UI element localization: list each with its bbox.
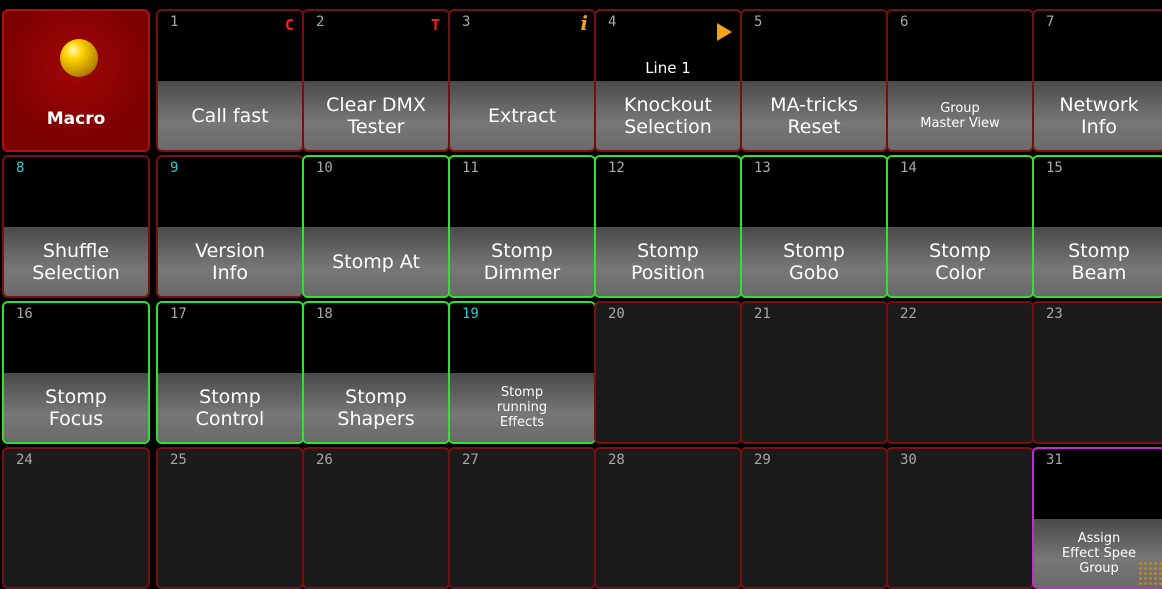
macro-23[interactable]: 23 — [1032, 301, 1162, 444]
macro-number: 28 — [608, 452, 625, 468]
macro-2[interactable]: 2 T Clear DMX Tester — [302, 9, 450, 152]
macro-number: 19 — [462, 306, 479, 322]
macro-number: 18 — [316, 306, 333, 322]
macro-number: 30 — [900, 452, 917, 468]
macro-number: 1 — [170, 14, 179, 30]
macro-11[interactable]: 11 Stomp Dimmer — [448, 155, 596, 298]
macro-number: 9 — [170, 160, 179, 176]
macro-label: Stomp Beam — [1034, 227, 1162, 296]
macro-label: Stomp Shapers — [304, 373, 448, 442]
macro-label: Stomp Control — [158, 373, 302, 442]
pool-title: Macro — [46, 109, 106, 129]
macro-number: 24 — [16, 452, 33, 468]
macro-5[interactable]: 5 MA-tricks Reset — [740, 9, 888, 152]
macro-number: 25 — [170, 452, 187, 468]
macro-pool-title-button[interactable]: Macro — [2, 9, 150, 152]
macro-top-area — [450, 11, 594, 81]
macro-30[interactable]: 30 — [886, 447, 1034, 589]
macro-12[interactable]: 12 Stomp Position — [594, 155, 742, 298]
macro-14[interactable]: 14 Stomp Color — [886, 155, 1034, 298]
macro-label: Stomp Gobo — [742, 227, 886, 296]
macro-19[interactable]: 19 Stomp running Effects — [448, 301, 596, 444]
macro-label: Knockout Selection — [596, 81, 740, 150]
macro-number: 5 — [754, 14, 763, 30]
info-icon: i — [580, 11, 588, 35]
macro-number: 7 — [1046, 14, 1055, 30]
macro-number: 2 — [316, 14, 325, 30]
macro-1[interactable]: 1 C Call fast — [156, 9, 304, 152]
macro-number: 4 — [608, 14, 617, 30]
play-icon — [717, 23, 732, 41]
macro-number: 13 — [754, 160, 771, 176]
macro-27[interactable]: 27 — [448, 447, 596, 589]
macro-number: 16 — [16, 306, 33, 322]
macro-number: 23 — [1046, 306, 1063, 322]
macro-28[interactable]: 28 — [594, 447, 742, 589]
macro-15[interactable]: 15 Stomp Beam — [1032, 155, 1162, 298]
macro-top-area — [304, 11, 448, 81]
macro-label: Clear DMX Tester — [304, 81, 448, 150]
macro-number: 31 — [1046, 452, 1063, 468]
macro-label: Call fast — [158, 81, 302, 150]
macro-indicator: C — [284, 16, 294, 34]
macro-number: 11 — [462, 160, 479, 176]
macro-4[interactable]: 4 Line 1 Knockout Selection — [594, 9, 742, 152]
macro-top-area — [158, 157, 302, 227]
macro-7[interactable]: 7 Network Info — [1032, 9, 1162, 152]
macro-6[interactable]: 6 Group Master View — [886, 9, 1034, 152]
macro-label: Version Info — [158, 227, 302, 296]
macro-number: 10 — [316, 160, 333, 176]
macro-label: Extract — [450, 81, 594, 150]
macro-13[interactable]: 13 Stomp Gobo — [740, 155, 888, 298]
macro-number: 27 — [462, 452, 479, 468]
macro-number: 14 — [900, 160, 917, 176]
macro-20[interactable]: 20 — [594, 301, 742, 444]
macro-label: Stomp Focus — [4, 373, 148, 442]
yellow-sphere-icon — [60, 39, 98, 77]
macro-number: 6 — [900, 14, 909, 30]
macro-22[interactable]: 22 — [886, 301, 1034, 444]
macro-label: Stomp Position — [596, 227, 740, 296]
macro-label: Stomp Dimmer — [450, 227, 594, 296]
macro-indicator: T — [430, 16, 440, 34]
macro-top-area — [888, 11, 1032, 81]
macro-29[interactable]: 29 — [740, 447, 888, 589]
macro-31[interactable]: 31 Assign Effect Spee Group — [1032, 447, 1162, 589]
macro-number: 22 — [900, 306, 917, 322]
macro-label: Stomp running Effects — [450, 373, 594, 442]
macro-top-area — [158, 11, 302, 81]
macro-label: Network Info — [1034, 81, 1162, 150]
macro-number: 17 — [170, 306, 187, 322]
macro-top-area — [4, 157, 148, 227]
macro-26[interactable]: 26 — [302, 447, 450, 589]
macro-25[interactable]: 25 — [156, 447, 304, 589]
macro-8[interactable]: 8 Shuffle Selection — [2, 155, 150, 298]
macro-label: MA-tricks Reset — [742, 81, 886, 150]
macro-number: 3 — [462, 14, 471, 30]
resize-handle-icon[interactable] — [1138, 561, 1162, 587]
macro-top-area — [742, 11, 886, 81]
macro-number: 12 — [608, 160, 625, 176]
macro-pool-grid: Macro 1 C Call fast 2 T Clear DMX Tester 3 i Ext… — [0, 0, 1162, 589]
macro-number: 26 — [316, 452, 333, 468]
macro-16[interactable]: 16 Stomp Focus — [2, 301, 150, 444]
macro-10[interactable]: 10 Stomp At — [302, 155, 450, 298]
macro-number: 8 — [16, 160, 25, 176]
macro-9[interactable]: 9 Version Info — [156, 155, 304, 298]
macro-label: Stomp Color — [888, 227, 1032, 296]
macro-label: Stomp At — [304, 227, 448, 296]
macro-label: Shuffle Selection — [4, 227, 148, 296]
macro-24[interactable]: 24 — [2, 447, 150, 589]
macro-number: 21 — [754, 306, 771, 322]
macro-number: 20 — [608, 306, 625, 322]
macro-17[interactable]: 17 Stomp Control — [156, 301, 304, 444]
macro-number: 29 — [754, 452, 771, 468]
macro-3[interactable]: 3 i Extract — [448, 9, 596, 152]
macro-line-label: Line 1 — [645, 59, 691, 77]
macro-label: Group Master View — [888, 81, 1032, 150]
macro-21[interactable]: 21 — [740, 301, 888, 444]
macro-18[interactable]: 18 Stomp Shapers — [302, 301, 450, 444]
macro-number: 15 — [1046, 160, 1063, 176]
